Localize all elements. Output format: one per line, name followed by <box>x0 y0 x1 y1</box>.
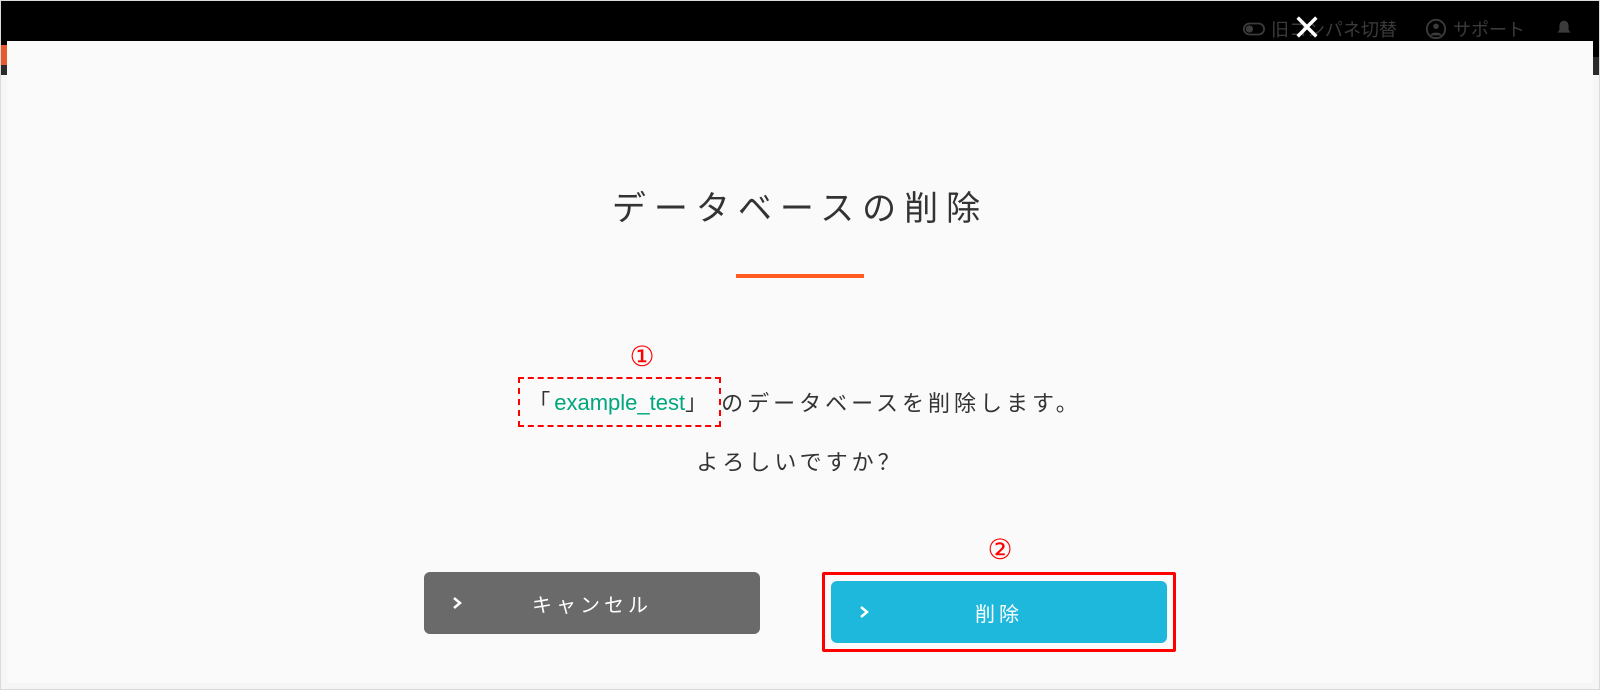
title-underline <box>736 274 864 278</box>
close-icon <box>1293 28 1321 45</box>
bracket-open: 「 <box>528 385 554 417</box>
close-button[interactable] <box>1293 13 1325 45</box>
cancel-button[interactable]: キャンセル <box>424 572 760 634</box>
bracket-close: 」 <box>685 385 711 417</box>
support-link[interactable]: サポート <box>1425 16 1525 42</box>
bell-icon <box>1553 18 1575 40</box>
modal-content: データベースの削除 ① 「 example_test 」 のデータベースを削除し… <box>7 41 1593 683</box>
annotation-marker-1: ① <box>629 340 654 373</box>
database-name-highlight: 「 example_test 」 <box>518 377 721 427</box>
delete-button[interactable]: 削除 <box>831 581 1167 643</box>
support-label: サポート <box>1453 16 1525 42</box>
delete-button-highlight: 削除 <box>822 572 1176 652</box>
chevron-right-icon <box>450 596 464 610</box>
database-name: example_test <box>554 390 685 416</box>
modal-dialog: データベースの削除 ① 「 example_test 」 のデータベースを削除し… <box>7 41 1593 683</box>
delete-button-label: 削除 <box>831 598 1167 627</box>
annotation-marker-2: ② <box>987 533 1012 566</box>
confirm-text-line1: 「 example_test 」 のデータベースを削除します。 <box>518 377 1082 427</box>
confirm-text-line2: よろしいですか？ <box>696 445 903 477</box>
confirm-suffix: のデータベースを削除します。 <box>721 386 1082 418</box>
cancel-button-label: キャンセル <box>424 589 760 618</box>
user-icon <box>1425 18 1447 40</box>
toggle-label: 旧コンパネ切替 <box>1271 16 1397 42</box>
modal-title: データベースの削除 <box>612 181 988 230</box>
notification-item[interactable] <box>1553 18 1575 40</box>
chevron-right-icon <box>857 605 871 619</box>
page-root: 旧コンパネ切替 サポート データベースの削除 ① <box>0 0 1600 690</box>
button-row: キャンセル 削除 <box>424 572 1176 652</box>
toggle-icon <box>1243 18 1265 40</box>
